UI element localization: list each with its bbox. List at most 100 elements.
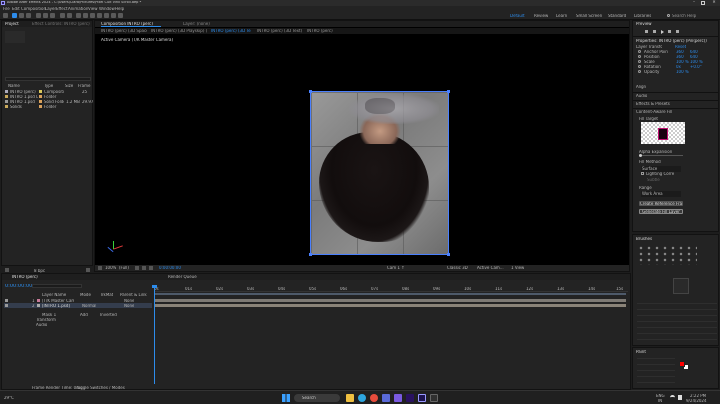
home-icon[interactable] — [3, 13, 8, 18]
timeline-timecode[interactable]: 0:00:00:00 — [5, 284, 32, 289]
prop-value-1[interactable]: 100 % — [676, 70, 689, 74]
sublayer-audio[interactable]: Audio — [36, 323, 47, 327]
preview-title[interactable]: Preview — [636, 22, 652, 26]
layer-duration-bar[interactable] — [154, 299, 626, 302]
next-frame-icon[interactable] — [668, 30, 671, 33]
subtab-comp-text[interactable]: INTRO (perc) (3D Text) — [257, 29, 303, 33]
maximize-button[interactable] — [701, 1, 705, 5]
handle-br[interactable] — [447, 253, 450, 256]
clock-time[interactable]: 2:22 PM — [690, 394, 706, 398]
generate-fill-layer-button[interactable]: Generate Fill Layer — [639, 209, 683, 214]
search-icon[interactable] — [667, 14, 670, 17]
subtab-comp-text-active[interactable]: INTRO (perc) (3D Text) — [211, 29, 251, 33]
layer-mode[interactable]: Normal — [82, 304, 96, 308]
type-tool-icon[interactable] — [83, 13, 88, 18]
always-preview-icon[interactable] — [98, 266, 102, 270]
stopwatch-icon[interactable] — [638, 50, 641, 53]
stopwatch-icon[interactable] — [638, 55, 641, 58]
orbit-tool-icon[interactable] — [36, 13, 41, 18]
handle-tr[interactable] — [447, 90, 450, 93]
foreground-color-swatch[interactable] — [679, 361, 685, 367]
tab-effect-controls[interactable]: Effect Controls: INTRO (perc) — [32, 22, 90, 26]
time-ruler[interactable]: 0s 01s 02s 03s 04s 05s 06s 07s 08s 09s 1… — [154, 286, 628, 292]
work-area-bar[interactable] — [154, 293, 626, 295]
region-indicator[interactable]: IN — [658, 399, 662, 403]
workspace-learn[interactable]: Learn — [556, 14, 567, 18]
create-reference-frame-button[interactable]: Create Reference Frame — [639, 201, 683, 206]
workspace-libraries[interactable]: Libraries — [634, 14, 651, 18]
paint-title[interactable]: Paint — [636, 350, 646, 354]
selection-tool-icon[interactable] — [12, 13, 17, 18]
lighting-checkbox[interactable] — [641, 172, 644, 175]
prop-value-2[interactable]: +0.0° — [690, 65, 702, 69]
workspace-small-screen[interactable]: Small Screen — [576, 14, 602, 18]
visibility-eye-icon[interactable] — [5, 304, 8, 307]
section-content-aware-fill[interactable]: Content-Aware Fill — [636, 110, 672, 114]
col-name[interactable]: Name — [8, 84, 20, 88]
puppet-tool-icon[interactable] — [118, 13, 123, 18]
prev-frame-icon[interactable] — [653, 30, 656, 33]
project-search-field[interactable] — [5, 77, 91, 81]
volume-icon[interactable] — [678, 395, 682, 400]
layer-parent[interactable]: None — [124, 304, 134, 308]
renderer-dropdown[interactable]: Classic 3D — [447, 266, 468, 270]
subtab-comp-main[interactable]: INTRO (perc) — [307, 29, 337, 33]
list-item[interactable]: Solids Folder — [4, 104, 92, 109]
play-icon[interactable] — [661, 30, 664, 34]
rotate-tool-icon[interactable] — [60, 13, 65, 18]
subtab-comp[interactable]: INTRO (perc) (3D Space) — [101, 29, 147, 33]
pan-tool-icon[interactable] — [43, 13, 48, 18]
edge-icon[interactable] — [358, 394, 366, 402]
section-effects-presets[interactable]: Effects & Presets — [636, 102, 670, 106]
lighting-dropdown[interactable]: Subtle — [647, 178, 677, 182]
workspace-review[interactable]: Review — [534, 14, 548, 18]
workspace-default[interactable]: Default — [510, 14, 525, 18]
last-frame-icon[interactable] — [676, 30, 679, 33]
clone-tool-icon[interactable] — [97, 13, 102, 18]
roto-tool-icon[interactable] — [111, 13, 116, 18]
dolly-tool-icon[interactable] — [50, 13, 55, 18]
resolution-dropdown[interactable]: (Full) — [119, 266, 129, 270]
weather-widget[interactable]: 29°C — [4, 396, 14, 400]
wifi-icon[interactable] — [670, 395, 675, 400]
section-audio[interactable]: Audio — [636, 94, 647, 98]
playhead[interactable] — [154, 286, 155, 384]
tab-timeline-comp[interactable]: INTRO (perc) — [12, 275, 38, 279]
brush-tool-icon[interactable] — [90, 13, 95, 18]
zoom-tool-icon[interactable] — [26, 13, 31, 18]
section-align[interactable]: Align — [636, 85, 646, 89]
trash-icon[interactable] — [86, 268, 90, 272]
transparency-grid-icon[interactable] — [142, 266, 146, 270]
views-dropdown[interactable]: 1 View — [511, 266, 524, 270]
premiere-icon[interactable] — [406, 394, 414, 402]
table-row[interactable]: Audio — [4, 322, 152, 327]
subtab-comp-playskip[interactable]: INTRO (perc) (3D Playskip) (Layers) — [151, 29, 207, 33]
handle-bl[interactable] — [309, 253, 312, 256]
comp-layer-image[interactable] — [309, 90, 450, 256]
brush-presets-grid[interactable] — [637, 245, 697, 265]
hand-tool-icon[interactable] — [19, 13, 24, 18]
prop-value-2[interactable]: 640 — [690, 55, 698, 59]
prop-value-2[interactable]: 100 % — [690, 60, 703, 64]
tab-project[interactable]: Project — [5, 22, 19, 26]
prop-value-1[interactable]: 360 — [676, 50, 684, 54]
interpret-footage-icon[interactable] — [5, 268, 9, 272]
prop-value-1[interactable]: 360 — [676, 55, 684, 59]
search-help-input[interactable]: Search Help — [672, 14, 696, 18]
brushes-title[interactable]: Brushes — [636, 237, 652, 241]
range-dropdown[interactable]: Work Area — [641, 191, 681, 197]
stopwatch-icon[interactable] — [638, 65, 641, 68]
store-icon[interactable] — [382, 394, 390, 402]
pen-tool-icon[interactable] — [76, 13, 81, 18]
table-row[interactable]: 2 [INTRO 1.psd] Normal None — [4, 303, 152, 308]
layer-duration-bar[interactable] — [154, 304, 626, 307]
after-effects-icon[interactable] — [418, 394, 426, 402]
snapshot-icon[interactable] — [135, 266, 139, 270]
zoom-dropdown[interactable]: 100% — [105, 266, 116, 270]
alpha-expansion-slider[interactable] — [639, 154, 683, 157]
photos-icon[interactable] — [394, 394, 402, 402]
prop-value-1[interactable]: 0x — [676, 65, 681, 69]
tab-render-queue[interactable]: Render Queue — [168, 275, 197, 279]
stopwatch-icon[interactable] — [638, 70, 641, 73]
handle-tl[interactable] — [309, 90, 312, 93]
